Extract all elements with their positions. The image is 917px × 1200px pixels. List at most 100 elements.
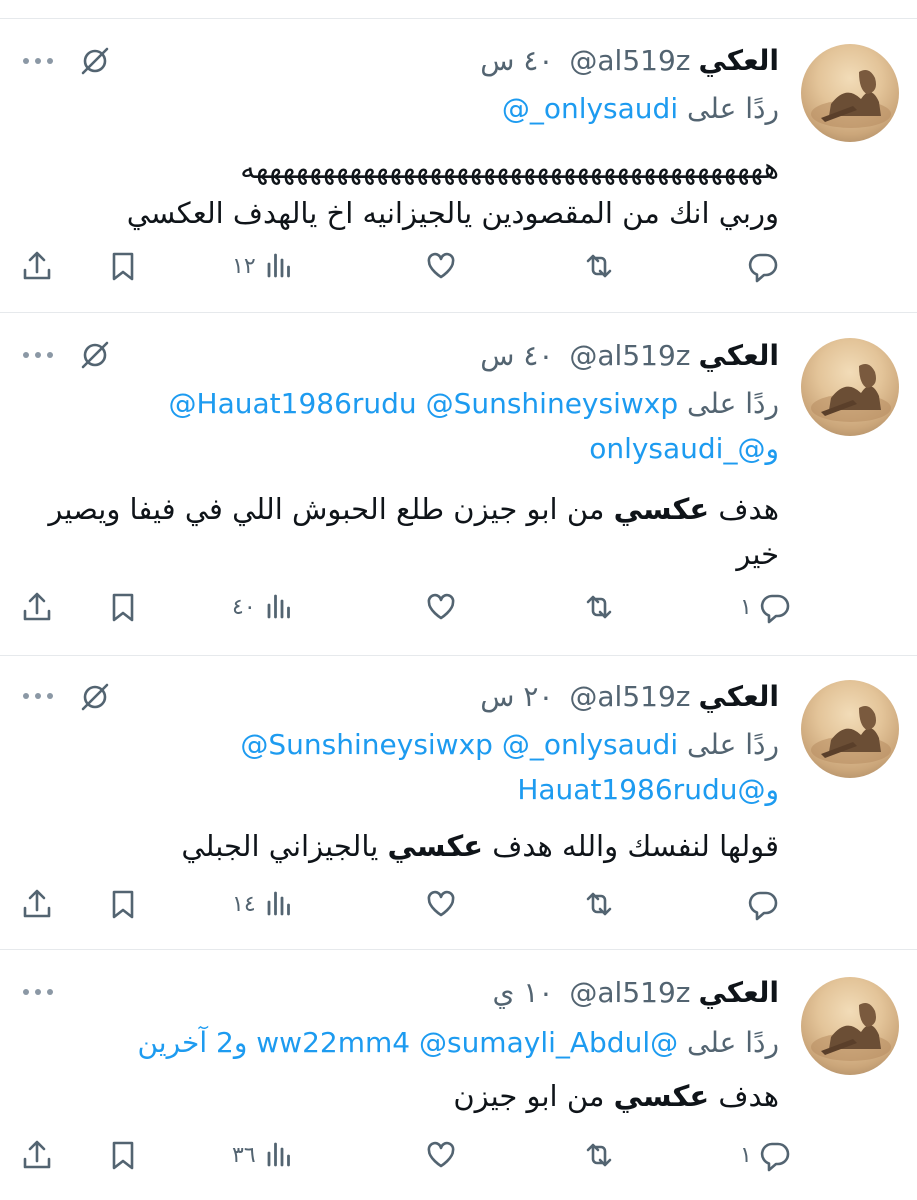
tweet-text-bold: عكسي — [613, 492, 710, 526]
views-button[interactable]: ٤٠ — [232, 587, 296, 627]
tweet-text-bold: عكسي — [613, 1079, 710, 1113]
reply-button[interactable]: ١ — [740, 1135, 792, 1175]
heart-icon — [427, 252, 455, 279]
mention-link[interactable]: و@_onlysaudi — [169, 428, 779, 469]
heart-icon — [427, 593, 455, 620]
tweet-text-bold: عكسي — [387, 829, 484, 863]
timestamp[interactable]: ٢٠ س — [480, 680, 553, 713]
action-bar: ١٢ — [0, 246, 917, 286]
avatar[interactable] — [801, 977, 899, 1075]
replying-to: ردًا على @ww22mm4 @sumayli_Abdul و2 آخري… — [137, 1022, 779, 1063]
tweet-text-part: هدف — [709, 492, 779, 526]
display-name[interactable]: العكي — [698, 44, 779, 77]
timestamp[interactable]: ١٠ ي — [492, 976, 553, 1009]
more-icon[interactable] — [22, 986, 54, 998]
reply-prefix: ردًا على — [687, 387, 779, 420]
retweet-button[interactable] — [582, 1135, 616, 1175]
heart-icon — [427, 1141, 455, 1168]
tweet-text-part: من ابو جيزن — [453, 1079, 614, 1113]
timestamp[interactable]: ٤٠ س — [480, 339, 553, 372]
tweet-header: العكي @al519z ٤٠ س — [480, 335, 779, 375]
views-icon — [267, 594, 290, 619]
reply-icon — [748, 253, 778, 283]
bookmark-icon — [112, 1141, 134, 1170]
avatar[interactable] — [801, 338, 899, 436]
tweet-text-line: هههههههههههههههههههههههههههههههههههههههه — [240, 151, 779, 185]
views-count: ١٢ — [232, 253, 256, 279]
share-button[interactable] — [20, 1135, 54, 1175]
mention-link[interactable]: @Hauat1986rudu @Sunshineysiwxp — [169, 387, 679, 420]
like-button[interactable] — [424, 884, 458, 924]
replying-to: ردًا على @Hauat1986rudu @Sunshineysiwxp … — [169, 383, 779, 469]
reply-button[interactable] — [740, 246, 780, 286]
tweet-header: العكي @al519z ٢٠ س — [480, 676, 779, 716]
bookmark-icon — [112, 593, 134, 622]
more-icon[interactable] — [22, 349, 54, 361]
mention-link[interactable]: و@Hauat1986rudu — [240, 769, 779, 810]
tweet-text: قولها لنفسك والله هدف عكسي يالجيزاني الج… — [0, 824, 779, 869]
tweet-3[interactable]: العكي @al519z ٢٠ س ردًا على @Sunshineysi… — [0, 656, 917, 950]
share-button[interactable] — [20, 587, 54, 627]
tweet-text-part: يالجيزاني الجبلي — [181, 829, 388, 863]
reply-prefix: ردًا على — [687, 1026, 779, 1059]
more-icon[interactable] — [22, 690, 54, 702]
more-icon[interactable] — [22, 55, 54, 67]
retweet-button[interactable] — [582, 884, 616, 924]
replying-to: ردًا على @Sunshineysiwxp @_onlysaudi و@H… — [240, 724, 779, 810]
tweet-4[interactable]: العكي @al519z ١٠ ي ردًا على @ww22mm4 @su… — [0, 950, 917, 1200]
reply-icon — [748, 891, 778, 921]
tweet-1[interactable]: العكي @al519z ٤٠ س ردًا على @_onlysaudi … — [0, 0, 917, 313]
views-button[interactable]: ٣٦ — [232, 1135, 296, 1175]
muted-icon[interactable] — [78, 338, 112, 372]
like-button[interactable] — [424, 587, 458, 627]
mention-link[interactable]: @Sunshineysiwxp @_onlysaudi — [240, 728, 678, 761]
muted-icon[interactable] — [78, 680, 112, 714]
retweet-icon — [586, 595, 612, 619]
like-button[interactable] — [424, 246, 458, 286]
handle[interactable]: @al519z — [569, 339, 690, 372]
reply-button[interactable]: ١ — [740, 587, 792, 627]
tweet-text-line: خير — [736, 537, 779, 571]
replying-to: ردًا على @_onlysaudi — [502, 88, 779, 129]
reply-count: ١ — [740, 594, 752, 620]
views-button[interactable]: ١٢ — [232, 246, 296, 286]
tweet-text-part: من ابو جيزن طلع الحبوش اللي في فيفا ويصي… — [48, 492, 614, 526]
views-count: ٣٦ — [232, 1142, 256, 1168]
bookmark-button[interactable] — [106, 884, 140, 924]
avatar[interactable] — [801, 680, 899, 778]
bookmark-button[interactable] — [106, 1135, 140, 1175]
timestamp[interactable]: ٤٠ س — [480, 44, 553, 77]
handle[interactable]: @al519z — [569, 680, 690, 713]
handle[interactable]: @al519z — [569, 44, 690, 77]
share-button[interactable] — [20, 884, 54, 924]
muted-icon[interactable] — [78, 44, 112, 78]
reply-button[interactable] — [740, 884, 780, 924]
bookmark-icon — [112, 252, 134, 281]
share-button[interactable] — [20, 246, 54, 286]
mention-link[interactable]: @_onlysaudi — [502, 92, 678, 125]
views-count: ١٤ — [232, 891, 256, 917]
retweet-button[interactable] — [582, 587, 616, 627]
reply-prefix: ردًا على — [687, 92, 779, 125]
tweet-text: هدف عكسي من ابو جيزن — [0, 1074, 779, 1119]
bookmark-icon — [112, 890, 134, 919]
mention-link[interactable]: @ww22mm4 @sumayli_Abdul و2 آخرين — [137, 1026, 678, 1059]
display-name[interactable]: العكي — [698, 976, 779, 1009]
views-count: ٤٠ — [232, 594, 256, 620]
avatar[interactable] — [801, 44, 899, 142]
retweet-icon — [586, 892, 612, 916]
display-name[interactable]: العكي — [698, 339, 779, 372]
like-button[interactable] — [424, 1135, 458, 1175]
handle[interactable]: @al519z — [569, 976, 690, 1009]
tweet-header: العكي @al519z ٤٠ س — [480, 40, 779, 80]
bookmark-button[interactable] — [106, 587, 140, 627]
bookmark-button[interactable] — [106, 246, 140, 286]
views-icon — [267, 253, 290, 278]
reply-icon — [760, 1142, 790, 1172]
action-bar: ١ ٣٦ — [0, 1135, 917, 1175]
tweet-2[interactable]: العكي @al519z ٤٠ س ردًا على @Hauat1986ru… — [0, 313, 917, 656]
views-button[interactable]: ١٤ — [232, 884, 296, 924]
display-name[interactable]: العكي — [698, 680, 779, 713]
retweet-button[interactable] — [582, 246, 616, 286]
tweet-header: العكي @al519z ١٠ ي — [492, 972, 779, 1012]
